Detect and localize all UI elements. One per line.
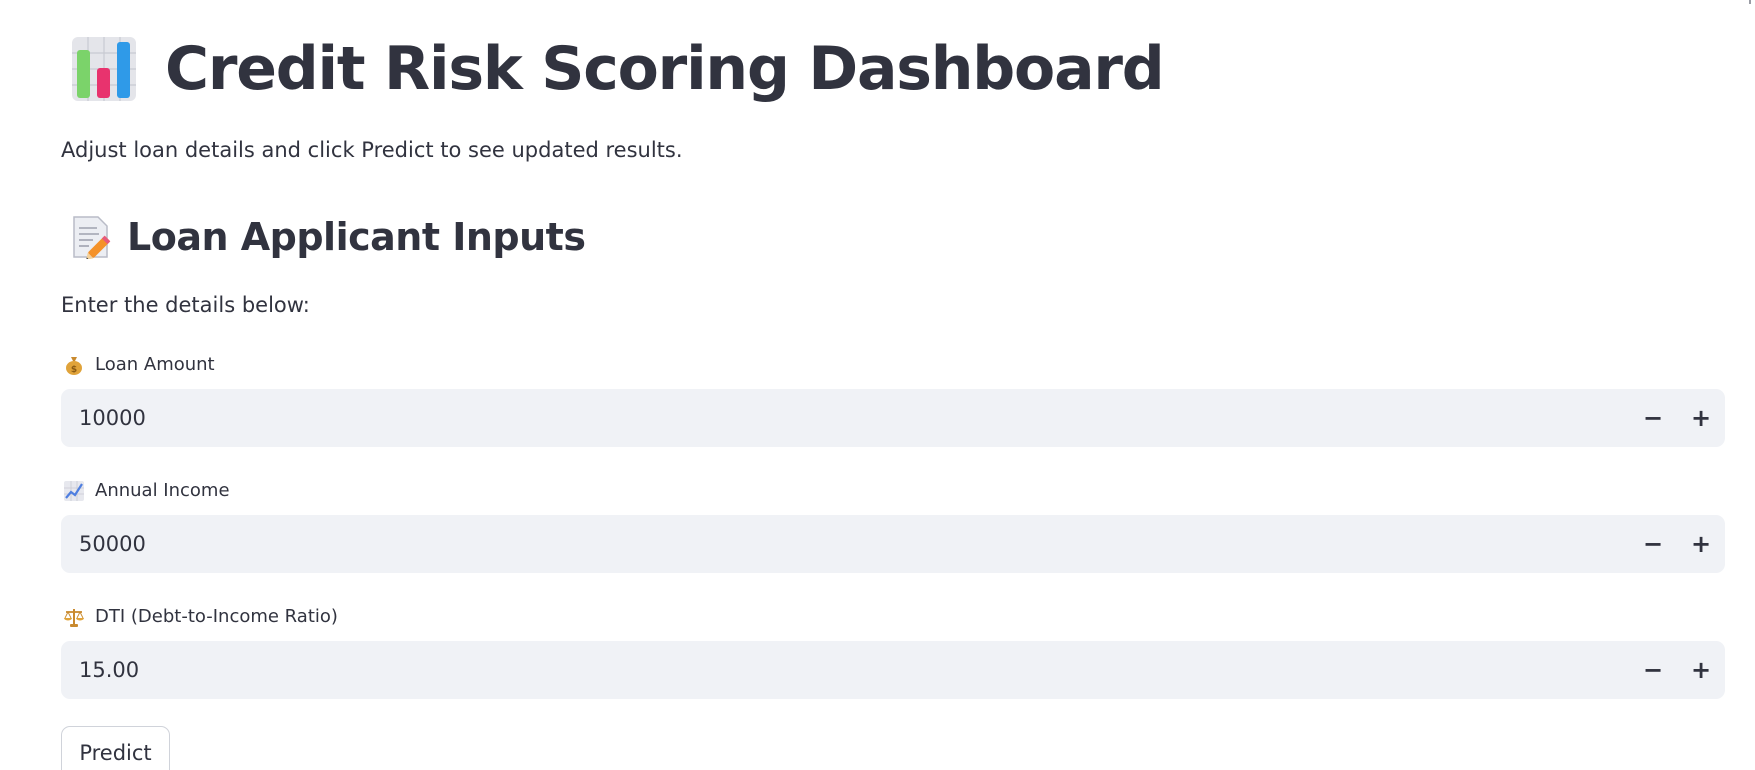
balance-scale-icon [64,609,84,627]
window-corner-indicator [1749,0,1751,4]
loan-amount-label-text: Loan Amount [95,354,215,375]
dti-field[interactable] [61,640,1629,700]
annual-income-increment-button[interactable]: + [1677,515,1725,573]
annual-income-label-text: Annual Income [95,480,230,501]
loan-amount-input: − + [61,388,1725,448]
svg-text:$: $ [71,365,77,375]
loan-amount-label: $ Loan Amount [63,353,215,377]
page-title-row: Credit Risk Scoring Dashboard [71,34,1165,104]
annual-income-decrement-button[interactable]: − [1629,515,1677,573]
page-subtitle: Adjust loan details and click Predict to… [61,138,683,162]
annual-income-input: − + [61,514,1725,574]
dti-input: − + [61,640,1725,700]
dti-increment-button[interactable]: + [1677,641,1725,699]
loan-amount-decrement-button[interactable]: − [1629,389,1677,447]
loan-amount-field[interactable] [61,388,1629,448]
dti-label: DTI (Debt-to-Income Ratio) [63,605,338,629]
money-bag-icon: $ [66,357,82,375]
loan-amount-increment-button[interactable]: + [1677,389,1725,447]
annual-income-field[interactable] [61,514,1629,574]
bar-chart-icon [72,37,136,101]
memo-icon [73,216,111,259]
section-title: Loan Applicant Inputs [127,215,586,259]
predict-button[interactable]: Predict [61,726,170,770]
dti-label-text: DTI (Debt-to-Income Ratio) [95,606,338,627]
instructions-text: Enter the details below: [61,293,310,317]
chart-increasing-icon [64,481,84,501]
app-page: Credit Risk Scoring Dashboard Adjust loa… [0,0,1755,770]
page-title: Credit Risk Scoring Dashboard [165,34,1165,104]
annual-income-label: Annual Income [63,479,230,503]
section-heading-row: Loan Applicant Inputs [71,212,586,262]
dti-decrement-button[interactable]: − [1629,641,1677,699]
